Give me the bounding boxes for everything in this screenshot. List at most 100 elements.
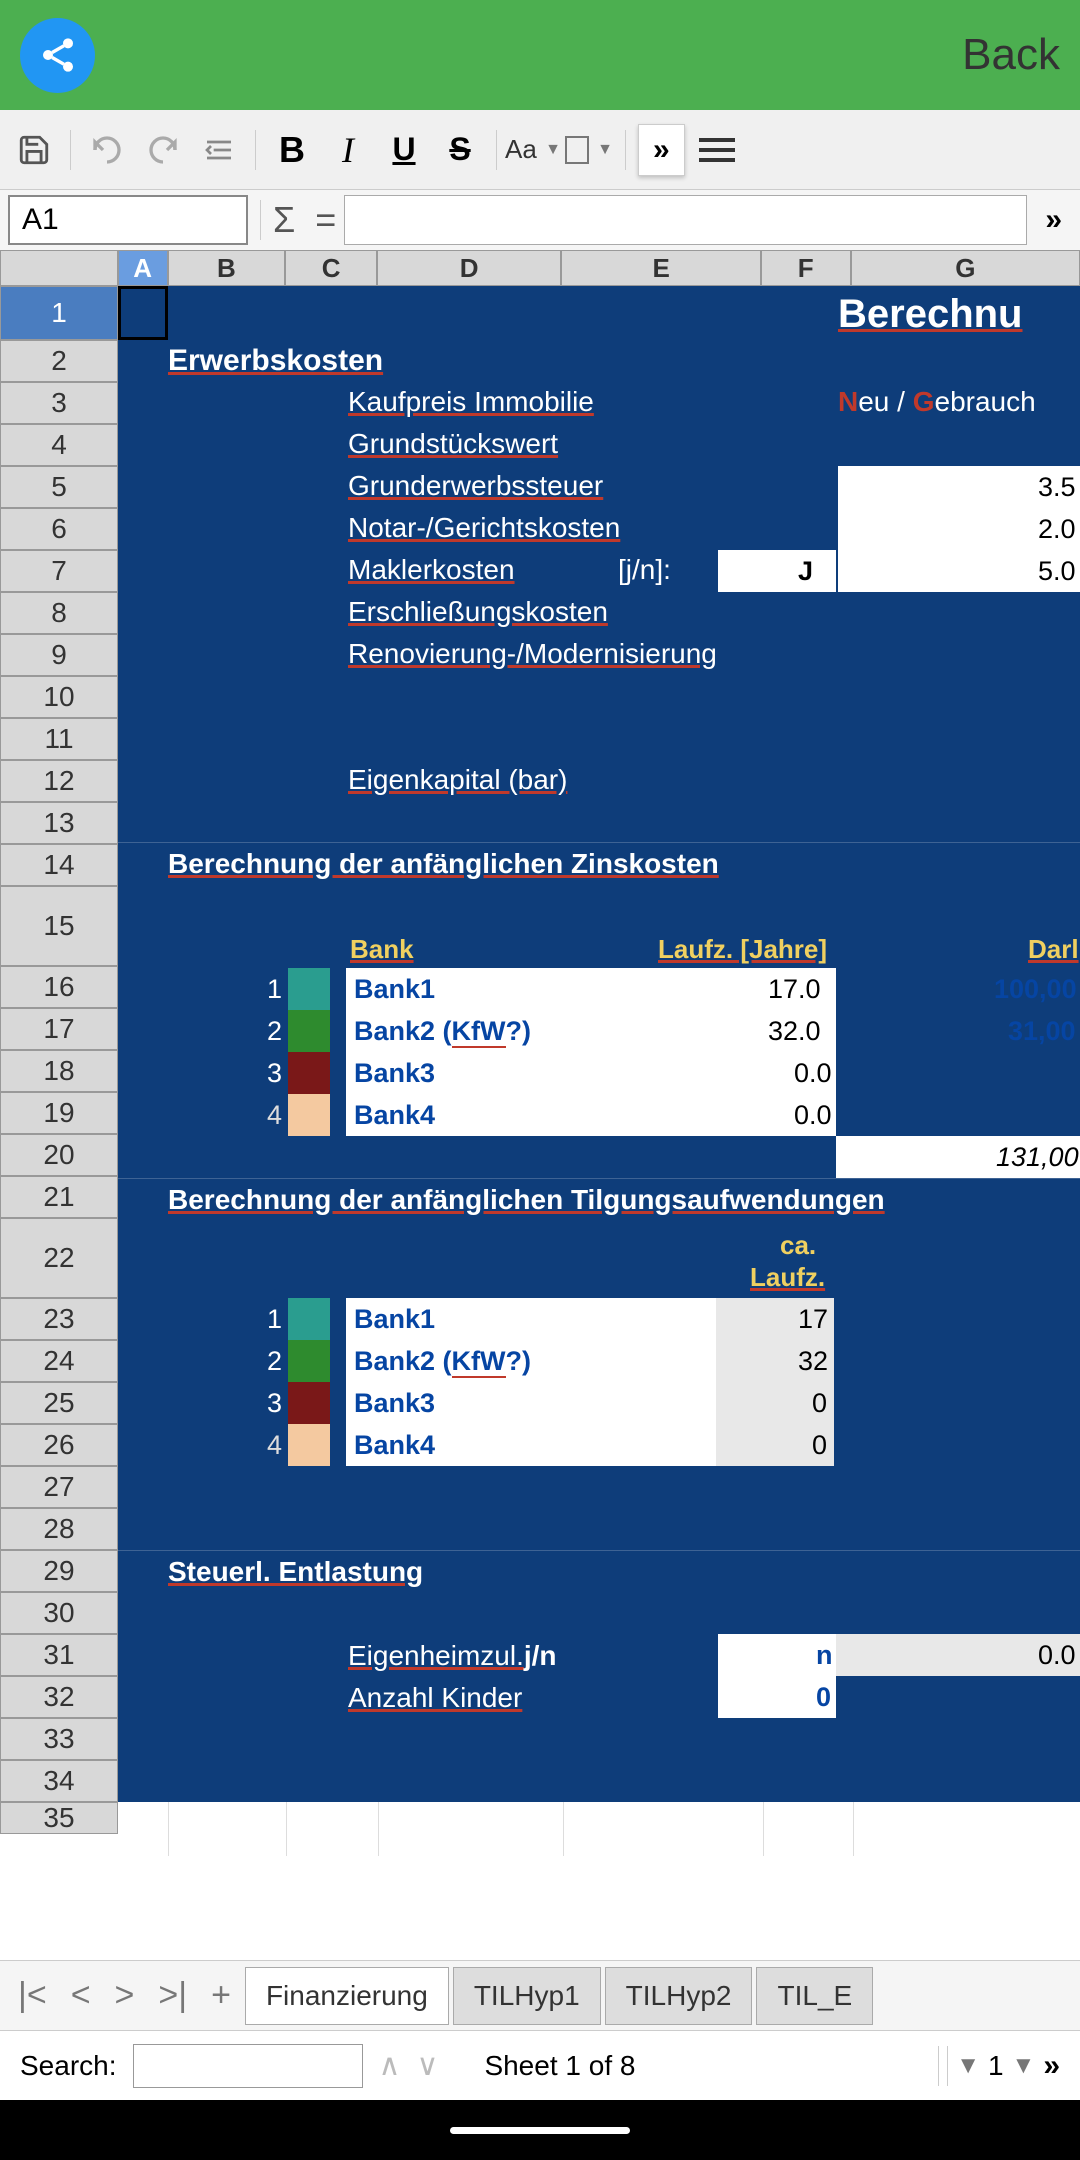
row-header[interactable]: 17	[0, 1008, 118, 1050]
row-header[interactable]: 27	[0, 1466, 118, 1508]
col-header-c[interactable]: C	[285, 250, 377, 286]
search-input[interactable]	[133, 2044, 363, 2088]
row-header[interactable]: 22	[0, 1218, 118, 1298]
row-header[interactable]: 31	[0, 1634, 118, 1676]
next-sheet-button[interactable]: >	[105, 1976, 145, 2015]
cell-value: 131,00	[996, 1142, 1079, 1173]
row-header[interactable]: 26	[0, 1424, 118, 1466]
add-sheet-button[interactable]: +	[201, 1976, 241, 2015]
row-header[interactable]: 9	[0, 634, 118, 676]
cell-value: Bank1	[354, 1304, 435, 1335]
row-header[interactable]: 21	[0, 1176, 118, 1218]
row-header[interactable]: 6	[0, 508, 118, 550]
row-header[interactable]: 35	[0, 1802, 118, 1834]
underline-button[interactable]: U	[380, 126, 428, 174]
row-header[interactable]: 5	[0, 466, 118, 508]
cell-value: Bank1	[354, 974, 435, 1005]
spreadsheet[interactable]: A B C D E F G 1 2 3 4 5 6 7 8 9 10 11	[0, 250, 1080, 1960]
font-button[interactable]: Aa ▼	[509, 126, 557, 174]
row-header[interactable]: 19	[0, 1092, 118, 1134]
sheet-tab[interactable]: TILHyp1	[453, 1967, 601, 2025]
formula-expand-button[interactable]: »	[1035, 203, 1072, 237]
row-header[interactable]: 18	[0, 1050, 118, 1092]
row-header[interactable]: 29	[0, 1550, 118, 1592]
row-header[interactable]: 7	[0, 550, 118, 592]
cell-value: Bank3	[354, 1388, 435, 1419]
row-header[interactable]: 11	[0, 718, 118, 760]
col-header-b[interactable]: B	[168, 250, 286, 286]
search-next-button[interactable]: ∨	[416, 2048, 438, 2083]
cell-value: J	[798, 556, 813, 587]
cell-value: Bank2 (KfW?)	[354, 1016, 531, 1047]
sheet-tab[interactable]: TIL_E	[756, 1967, 873, 2025]
search-prev-button[interactable]: ∧	[379, 2048, 401, 2083]
sheet-content[interactable]: Berechnu Erwerbskosten Kaufpreis Immobil…	[118, 286, 1080, 1856]
row-header[interactable]: 25	[0, 1382, 118, 1424]
row-header[interactable]: 15	[0, 886, 118, 966]
row-header[interactable]: 1	[0, 286, 118, 340]
dropdown-icon[interactable]: ▼	[1012, 2052, 1036, 2080]
section-header: Erwerbskosten	[168, 344, 383, 378]
italic-button[interactable]: I	[324, 126, 372, 174]
outdent-icon	[203, 134, 235, 166]
row-header[interactable]: 12	[0, 760, 118, 802]
cell-reference-input[interactable]: A1	[8, 195, 248, 245]
menu-button[interactable]	[693, 126, 741, 174]
col-header-e[interactable]: E	[561, 250, 760, 286]
last-sheet-button[interactable]: >|	[148, 1976, 197, 2015]
select-all-corner[interactable]	[0, 250, 118, 286]
row-header[interactable]: 10	[0, 676, 118, 718]
cell[interactable]	[718, 550, 836, 592]
row-header[interactable]: 28	[0, 1508, 118, 1550]
col-header-d[interactable]: D	[377, 250, 561, 286]
row-header[interactable]: 32	[0, 1676, 118, 1718]
save-button[interactable]	[10, 126, 58, 174]
first-sheet-button[interactable]: |<	[8, 1976, 57, 2015]
back-button[interactable]: Back	[962, 30, 1060, 80]
cell-text: Notar-/Gerichtskosten	[348, 512, 620, 544]
col-header-g[interactable]: G	[851, 250, 1080, 286]
redo-icon	[147, 134, 179, 166]
row-header[interactable]: 23	[0, 1298, 118, 1340]
row-header[interactable]: 13	[0, 802, 118, 844]
sheet-tab-active[interactable]: Finanzierung	[245, 1967, 449, 2025]
row-header[interactable]: 33	[0, 1718, 118, 1760]
bold-button[interactable]: B	[268, 126, 316, 174]
divider	[118, 1550, 1080, 1551]
sheet-tab[interactable]: TILHyp2	[605, 1967, 753, 2025]
row-header[interactable]: 3	[0, 382, 118, 424]
prev-sheet-button[interactable]: <	[61, 1976, 101, 2015]
page-number: 1	[988, 2050, 1004, 2082]
col-header-f[interactable]: F	[761, 250, 851, 286]
section-header: Berechnung der anfänglichen Tilgungsaufw…	[168, 1184, 885, 1216]
bg-color-button[interactable]: ▼	[565, 126, 613, 174]
row-header[interactable]: 4	[0, 424, 118, 466]
undo-button[interactable]	[83, 126, 131, 174]
outdent-button[interactable]	[195, 126, 243, 174]
undo-icon	[91, 134, 123, 166]
row-header[interactable]: 8	[0, 592, 118, 634]
cell-value: Bank3	[354, 1058, 435, 1089]
equals-button[interactable]: =	[315, 199, 336, 241]
row-header[interactable]: 34	[0, 1760, 118, 1802]
row-header[interactable]: 20	[0, 1134, 118, 1176]
separator	[70, 130, 71, 170]
row-header[interactable]: 24	[0, 1340, 118, 1382]
sum-button[interactable]: Σ	[273, 199, 295, 241]
row-header[interactable]: 30	[0, 1592, 118, 1634]
redo-button[interactable]	[139, 126, 187, 174]
row-header[interactable]: 16	[0, 966, 118, 1008]
formula-input[interactable]	[344, 195, 1027, 245]
blank-rows[interactable]	[118, 1802, 1080, 1856]
home-indicator[interactable]	[450, 2127, 630, 2134]
col-header-a[interactable]: A	[118, 250, 168, 286]
strikethrough-button[interactable]: S	[436, 126, 484, 174]
cell-value: 0.0	[794, 1058, 832, 1089]
dropdown-icon[interactable]: ▼	[956, 2052, 980, 2080]
cell-value: 2.0	[1038, 514, 1076, 545]
more-tools-button[interactable]: »	[638, 124, 685, 176]
share-button[interactable]	[20, 18, 95, 93]
row-header[interactable]: 2	[0, 340, 118, 382]
expand-button[interactable]: »	[1043, 2049, 1060, 2083]
row-header[interactable]: 14	[0, 844, 118, 886]
